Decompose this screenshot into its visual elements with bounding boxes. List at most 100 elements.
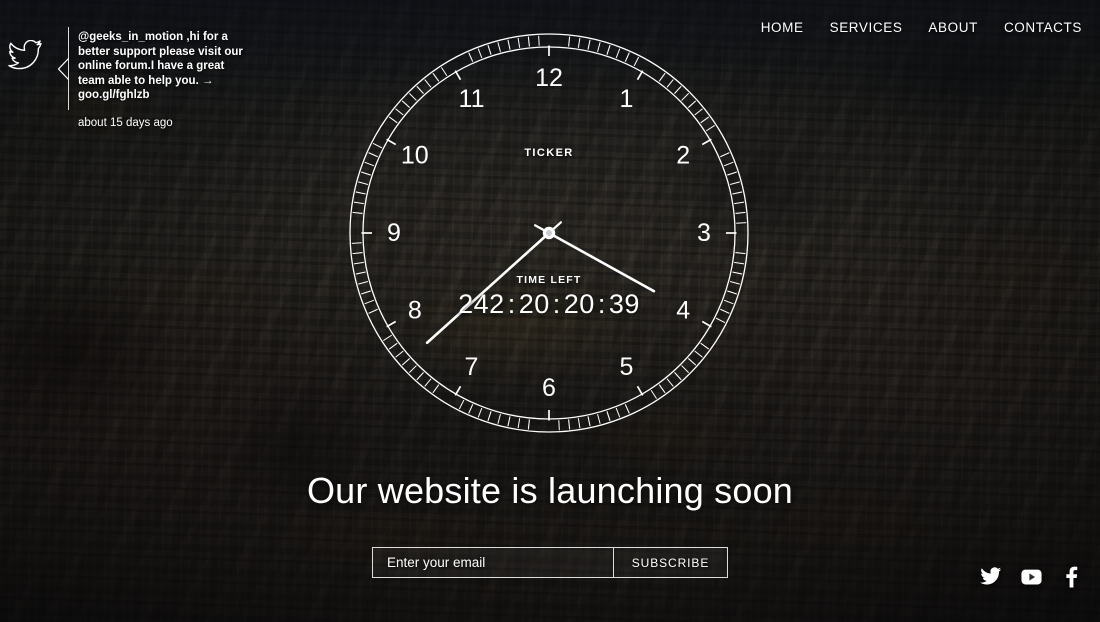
- clock-numeral: 11: [459, 85, 485, 113]
- clock-tick-minor: [674, 371, 682, 381]
- clock-tick-minor: [441, 67, 448, 77]
- clock-tick-minor: [401, 358, 411, 366]
- clock-hand-long: [425, 231, 551, 345]
- clock-tick-minor: [558, 420, 560, 431]
- social-facebook-icon[interactable]: [1060, 566, 1082, 588]
- social-twitter-icon[interactable]: [980, 566, 1002, 588]
- clock-tick-major: [454, 385, 462, 396]
- clock-tick-minor: [497, 413, 501, 424]
- countdown-clock: 12 1 2 3 4 5 6 7 8 9 10 11 TICKER TIME LEFT 242:20:…: [349, 33, 749, 433]
- tweet-link[interactable]: goo.gl/fghlzb: [78, 89, 150, 101]
- clock-tick-minor: [666, 79, 674, 88]
- twitter-feed-widget: @geeks_in_motion ,hi for a better suppor…: [0, 0, 300, 130]
- subscribe-button[interactable]: SUBSCRIBE: [613, 548, 727, 577]
- clock-tick-minor: [468, 404, 474, 414]
- tweet-handle[interactable]: @geeks_in_motion: [78, 31, 183, 43]
- clock-tick-minor: [687, 100, 697, 108]
- clock-tick-minor: [606, 411, 611, 421]
- clock-tick-minor: [705, 125, 715, 132]
- clock-tick-minor: [424, 79, 432, 88]
- email-input[interactable]: [373, 548, 613, 577]
- clock-tick-minor: [355, 191, 366, 195]
- clock-tick-minor: [364, 161, 375, 167]
- clock-tick-minor: [401, 100, 411, 108]
- clock-dial: 121234567891011: [349, 33, 749, 433]
- clock-tick-minor: [458, 399, 465, 410]
- clock-tick-minor: [395, 108, 404, 116]
- clock-tick-minor: [361, 171, 371, 176]
- ticker-label: TICKER: [524, 147, 574, 159]
- clock-tick-minor: [615, 407, 621, 418]
- clock-tick-minor: [468, 52, 474, 62]
- countdown-sep-2: :: [552, 289, 561, 319]
- clock-tick-minor: [681, 365, 690, 374]
- clock-tick-minor: [734, 261, 745, 265]
- clock-tick-major: [386, 320, 397, 328]
- clock-tick-minor: [658, 384, 666, 394]
- clock-tick-minor: [517, 418, 521, 429]
- clock-tick-minor: [681, 92, 690, 101]
- nav-item-about[interactable]: ABOUT: [928, 20, 978, 35]
- nav-item-services[interactable]: SERVICES: [830, 20, 903, 35]
- clock-tick-minor: [723, 161, 734, 167]
- subscribe-form: SUBSCRIBE: [372, 547, 728, 578]
- clock-tick-minor: [694, 108, 703, 116]
- clock-tick-major: [636, 385, 644, 396]
- tweet-pointer-icon: [58, 58, 69, 80]
- clock-tick-minor: [666, 378, 674, 387]
- clock-tick-major: [701, 320, 712, 328]
- clock-tick-minor: [477, 48, 483, 59]
- twitter-bird-icon: [8, 40, 42, 70]
- countdown-seconds: 39: [608, 289, 640, 319]
- clock-tick-minor: [624, 52, 630, 62]
- clock-tick-minor: [408, 92, 417, 101]
- time-left-label: TIME LEFT: [516, 274, 582, 286]
- clock-tick-minor: [358, 181, 369, 185]
- countdown-timer: 242:20:20:39: [349, 289, 749, 320]
- clock-tick-minor: [650, 389, 657, 399]
- social-links: [980, 566, 1082, 588]
- clock-tick-minor: [615, 48, 621, 59]
- clock-tick-minor: [507, 416, 511, 427]
- clock-tick-minor: [408, 365, 417, 374]
- clock-tick-minor: [624, 404, 630, 414]
- clock-numeral: 1: [620, 85, 634, 113]
- clock-tick-minor: [577, 418, 581, 429]
- clock-tick-minor: [606, 45, 611, 55]
- clock-tick-minor: [577, 37, 581, 48]
- tweet-content: @geeks_in_motion ,hi for a better suppor…: [78, 30, 248, 129]
- clock-tick-minor: [587, 416, 591, 427]
- countdown-days: 242: [458, 289, 505, 319]
- page-title: Our website is launching soon: [306, 470, 794, 511]
- clock-tick-minor: [727, 171, 737, 176]
- clock-tick-minor: [477, 407, 483, 418]
- clock-tick-minor: [735, 252, 746, 255]
- countdown-hours: 20: [518, 289, 550, 319]
- clock-tick-minor: [700, 342, 710, 350]
- clock-tick-minor: [687, 358, 697, 366]
- nav-item-contacts[interactable]: CONTACTS: [1004, 20, 1082, 35]
- clock-tick-minor: [587, 39, 591, 50]
- clock-tick-minor: [353, 261, 364, 265]
- clock-tick-minor: [424, 378, 432, 387]
- clock-tick-minor: [658, 72, 666, 82]
- clock-numeral: 9: [387, 219, 401, 247]
- clock-tick-minor: [597, 413, 601, 424]
- clock-tick-minor: [735, 211, 746, 214]
- tweet-timestamp: about 15 days ago: [78, 116, 173, 129]
- clock-tick-minor: [538, 35, 540, 46]
- social-youtube-icon[interactable]: [1020, 566, 1042, 588]
- clock-tick-minor: [351, 242, 362, 244]
- clock-numeral: 12: [535, 64, 563, 92]
- countdown-minutes: 20: [563, 289, 595, 319]
- clock-tick-minor: [568, 419, 571, 430]
- clock-tick-minor: [597, 42, 601, 53]
- clock-center-pin: [546, 230, 552, 236]
- clock-numeral: 7: [465, 353, 479, 381]
- clock-tick-minor: [432, 72, 440, 82]
- nav-item-home[interactable]: HOME: [761, 20, 804, 35]
- clock-tick-major: [386, 138, 397, 146]
- clock-tick-minor: [700, 116, 710, 124]
- clock-tick-minor: [568, 36, 571, 47]
- clock-tick-minor: [497, 42, 501, 53]
